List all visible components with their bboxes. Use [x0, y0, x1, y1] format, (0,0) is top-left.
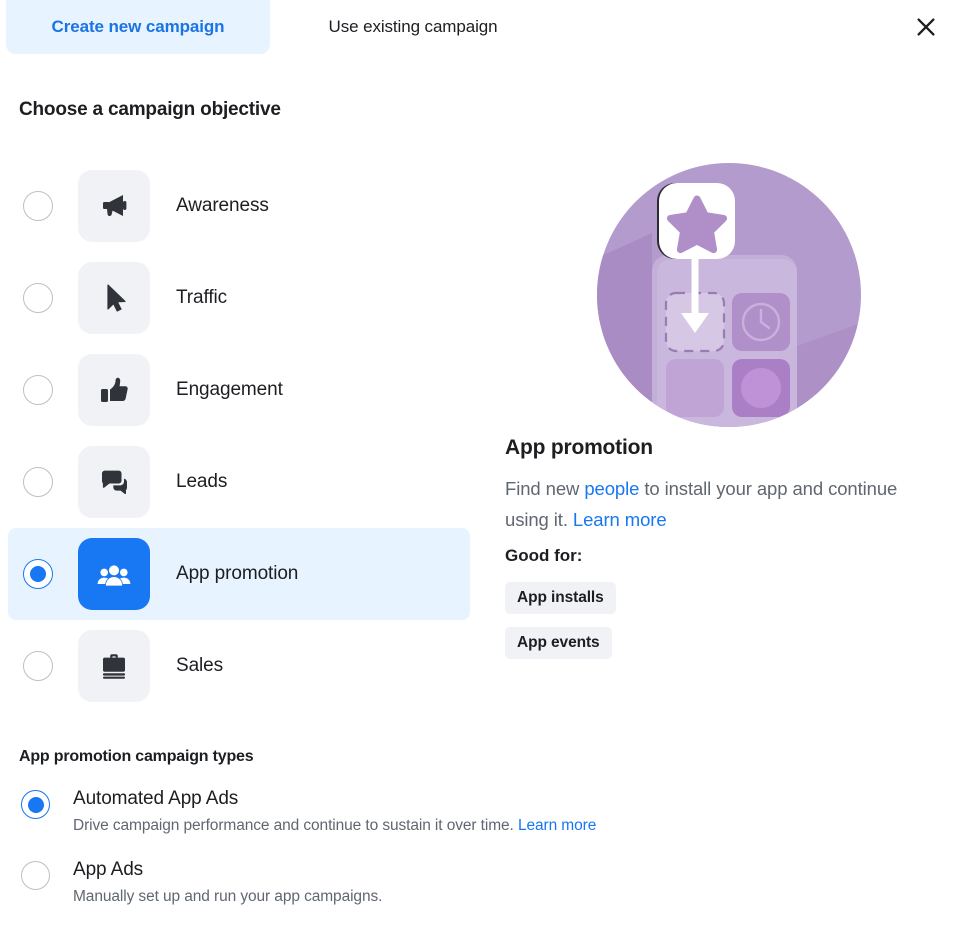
campaign-type-title: Automated App Ads — [73, 788, 239, 809]
objective-radio[interactable] — [23, 375, 53, 405]
megaphone-icon — [78, 170, 150, 242]
objective-row-leads[interactable]: Leads — [8, 436, 470, 528]
tab-create-new-campaign[interactable]: Create new campaign — [6, 0, 270, 54]
objective-row-awareness[interactable]: Awareness — [8, 160, 470, 252]
objective-section-heading: Choose a campaign objective — [19, 99, 281, 120]
thumbs-up-icon — [78, 354, 150, 426]
objective-radio[interactable] — [23, 651, 53, 681]
people-icon — [78, 538, 150, 610]
campaign-type-title: App Ads — [73, 859, 144, 880]
objective-label: Sales — [176, 655, 224, 676]
campaign-type-radio[interactable] — [21, 861, 50, 890]
objective-row-engagement[interactable]: Engagement — [8, 344, 470, 436]
objective-row-app-promotion[interactable]: App promotion — [8, 528, 470, 620]
pill-app-events: App events — [505, 627, 612, 659]
campaign-type-automated-app-ads[interactable]: Automated App Ads Drive campaign perform… — [19, 786, 919, 835]
tab-label: Use existing campaign — [328, 17, 498, 36]
chat-bubbles-icon — [78, 446, 150, 518]
briefcase-icon — [78, 630, 150, 702]
campaign-types-heading: App promotion campaign types — [19, 748, 254, 765]
campaign-types-list: Automated App Ads Drive campaign perform… — [19, 786, 919, 928]
detail-description: Find new people to install your app and … — [505, 473, 910, 535]
objective-radio[interactable] — [23, 191, 53, 221]
tab-bar: Create new campaign Use existing campaig… — [0, 0, 960, 54]
cursor-icon — [78, 262, 150, 334]
tab-label: Create new campaign — [51, 17, 225, 36]
campaign-type-radio[interactable] — [21, 790, 50, 819]
campaign-type-desc-text: Manually set up and run your app campaig… — [73, 888, 383, 905]
learn-more-link[interactable]: Learn more — [518, 817, 596, 834]
campaign-type-description: Drive campaign performance and continue … — [73, 817, 919, 835]
tab-use-existing-campaign[interactable]: Use existing campaign — [278, 0, 548, 54]
detail-desc-part1: Find new — [505, 478, 585, 499]
people-link[interactable]: people — [584, 478, 639, 499]
objective-label: Leads — [176, 471, 228, 492]
objective-label: Traffic — [176, 287, 228, 308]
learn-more-link[interactable]: Learn more — [573, 509, 667, 530]
good-for-pill-list: App installs App events — [505, 582, 616, 672]
pill-app-installs: App installs — [505, 582, 616, 614]
objective-label: App promotion — [176, 563, 299, 584]
campaign-type-desc-text: Drive campaign performance and continue … — [73, 817, 518, 834]
close-icon — [914, 15, 938, 39]
objective-radio[interactable] — [23, 467, 53, 497]
objective-radio[interactable] — [23, 559, 53, 589]
objective-row-sales[interactable]: Sales — [8, 620, 470, 712]
objective-row-traffic[interactable]: Traffic — [8, 252, 470, 344]
campaign-type-description: Manually set up and run your app campaig… — [73, 888, 919, 906]
detail-title: App promotion — [505, 436, 653, 459]
campaign-type-app-ads[interactable]: App Ads Manually set up and run your app… — [19, 857, 919, 906]
good-for-label: Good for: — [505, 546, 583, 565]
app-install-illustration — [597, 163, 861, 427]
objective-label: Awareness — [176, 195, 269, 216]
close-button[interactable] — [910, 11, 942, 43]
objective-label: Engagement — [176, 379, 283, 400]
objective-radio[interactable] — [23, 283, 53, 313]
objective-list: Awareness Traffic Engagement Leads App p… — [8, 160, 470, 712]
